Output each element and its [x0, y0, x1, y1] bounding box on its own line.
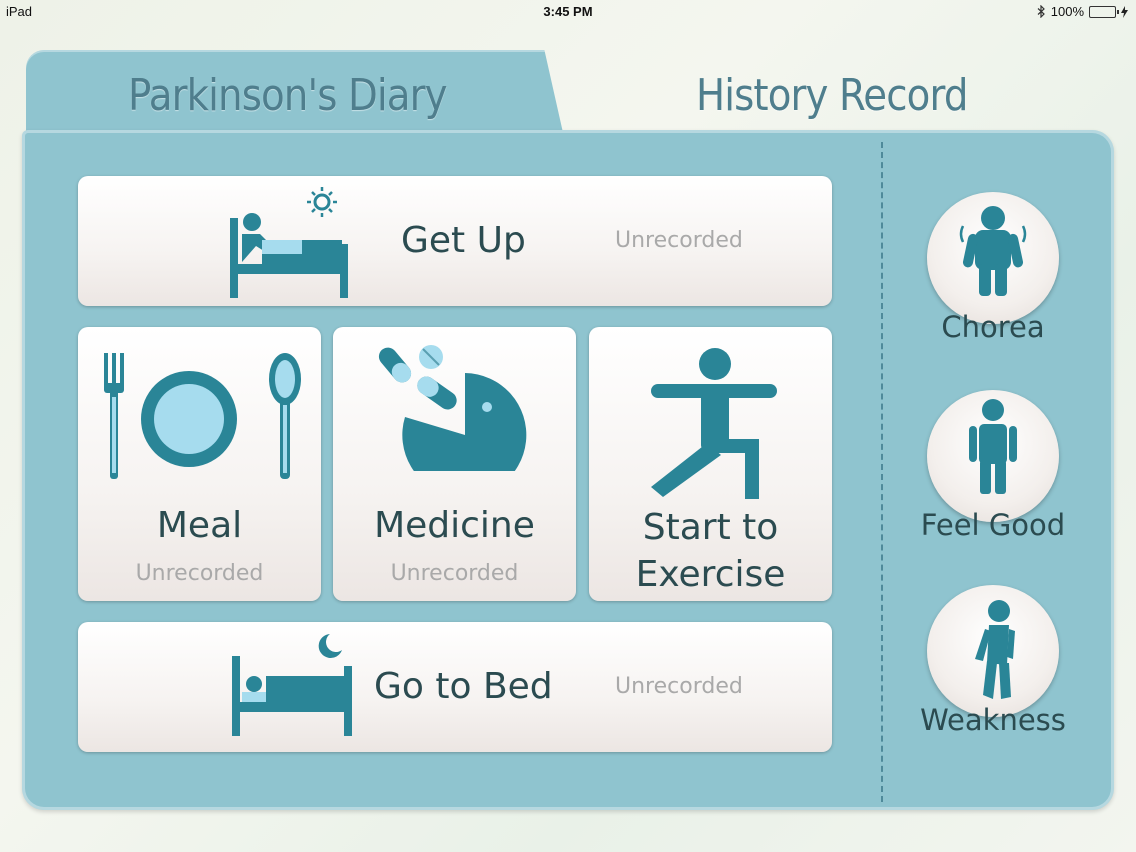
dashed-divider [881, 142, 883, 802]
medicine-label: Medicine [374, 505, 535, 546]
tab-parkinsons-diary[interactable]: Parkinson's Diary [128, 70, 448, 121]
chorea-label: Chorea [941, 310, 1045, 344]
start-exercise-label-line2: Exercise [635, 554, 786, 595]
battery-icon [1089, 5, 1119, 18]
start-exercise-card[interactable]: Start to Exercise [589, 327, 832, 601]
status-time: 3:45 PM [543, 4, 593, 19]
weakness-figure-icon [975, 600, 1015, 699]
weakness-label: Weakness [920, 703, 1066, 737]
charging-bolt-icon [1121, 5, 1128, 18]
go-to-bed-status: Unrecorded [615, 674, 743, 699]
exercise-pose-icon [651, 348, 777, 499]
bed-sun-icon [230, 187, 348, 298]
go-to-bed-card[interactable]: Go to Bed Unrecorded [78, 622, 832, 752]
weakness-circle [927, 585, 1059, 717]
bluetooth-icon [1037, 5, 1045, 18]
feel-good-figure-icon [969, 399, 1017, 494]
status-right: 100% [1037, 4, 1128, 19]
meal-status: Unrecorded [135, 561, 264, 586]
chorea-figure-icon [959, 206, 1027, 296]
tab-history-record[interactable]: History Record [696, 70, 968, 121]
medicine-status: Unrecorded [390, 561, 519, 586]
get-up-label: Get Up [401, 220, 526, 261]
go-to-bed-label: Go to Bed [374, 666, 553, 707]
pills-pacman-icon [378, 345, 527, 471]
plate-fork-spoon-icon [104, 353, 301, 479]
start-exercise-label-line1: Start to [642, 507, 779, 548]
get-up-status: Unrecorded [615, 228, 743, 253]
battery-percent: 100% [1050, 4, 1084, 19]
meal-label: Meal [156, 505, 243, 546]
feel-good-circle [927, 390, 1059, 522]
chorea-circle [927, 192, 1059, 324]
meal-card[interactable]: Meal Unrecorded [78, 327, 321, 601]
medicine-card[interactable]: Medicine Unrecorded [333, 327, 576, 601]
status-bar: iPad 3:45 PM 100% [0, 0, 1136, 24]
bed-moon-icon [232, 634, 352, 736]
get-up-card[interactable]: Get Up Unrecorded [78, 176, 832, 306]
feel-good-label: Feel Good [920, 508, 1066, 542]
